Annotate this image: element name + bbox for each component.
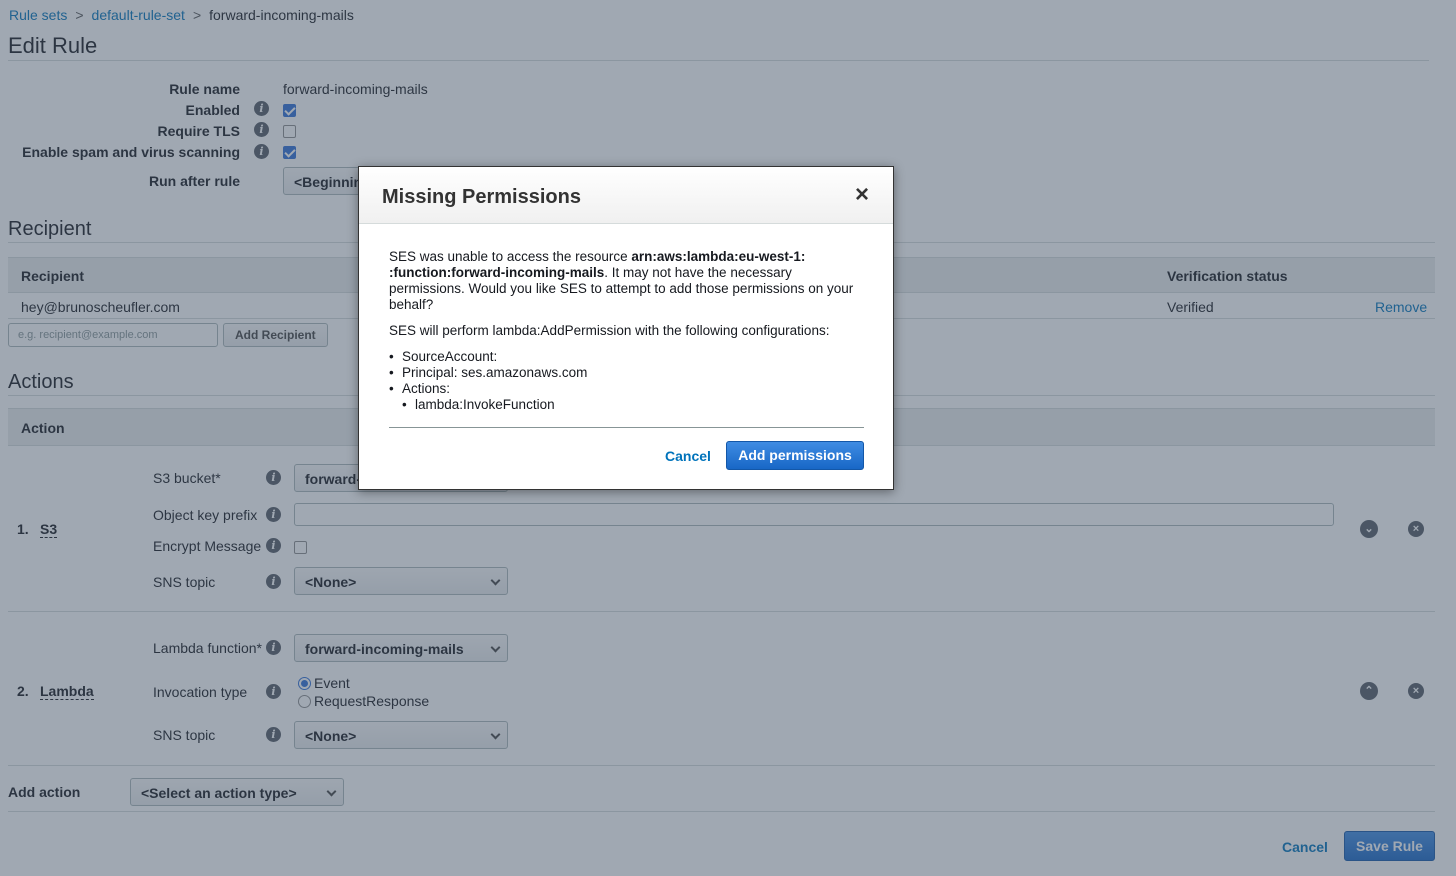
list-item: SourceAccount:	[389, 349, 864, 365]
missing-permissions-modal: Missing Permissions × SES was unable to …	[358, 166, 894, 490]
modal-header: Missing Permissions ×	[359, 167, 893, 224]
add-permissions-button[interactable]: Add permissions	[726, 441, 864, 470]
list-item: Principal: ses.amazonaws.com	[389, 365, 864, 381]
list-item: lambda:InvokeFunction	[389, 397, 864, 413]
modal-title: Missing Permissions	[382, 186, 581, 208]
modal-message-prefix: SES was unable to access the resource	[389, 249, 632, 264]
list-item: Actions:	[389, 381, 864, 397]
config-list: SourceAccount: Principal: ses.amazonaws.…	[389, 349, 864, 413]
modal-message: SES was unable to access the resource ar…	[389, 249, 864, 313]
config-intro: SES will perform lambda:AddPermission wi…	[389, 323, 830, 338]
modal-body: SES was unable to access the resource ar…	[389, 249, 864, 413]
modal-cancel-button[interactable]: Cancel	[665, 448, 711, 464]
modal-divider	[389, 427, 864, 428]
close-icon[interactable]: ×	[855, 183, 869, 207]
